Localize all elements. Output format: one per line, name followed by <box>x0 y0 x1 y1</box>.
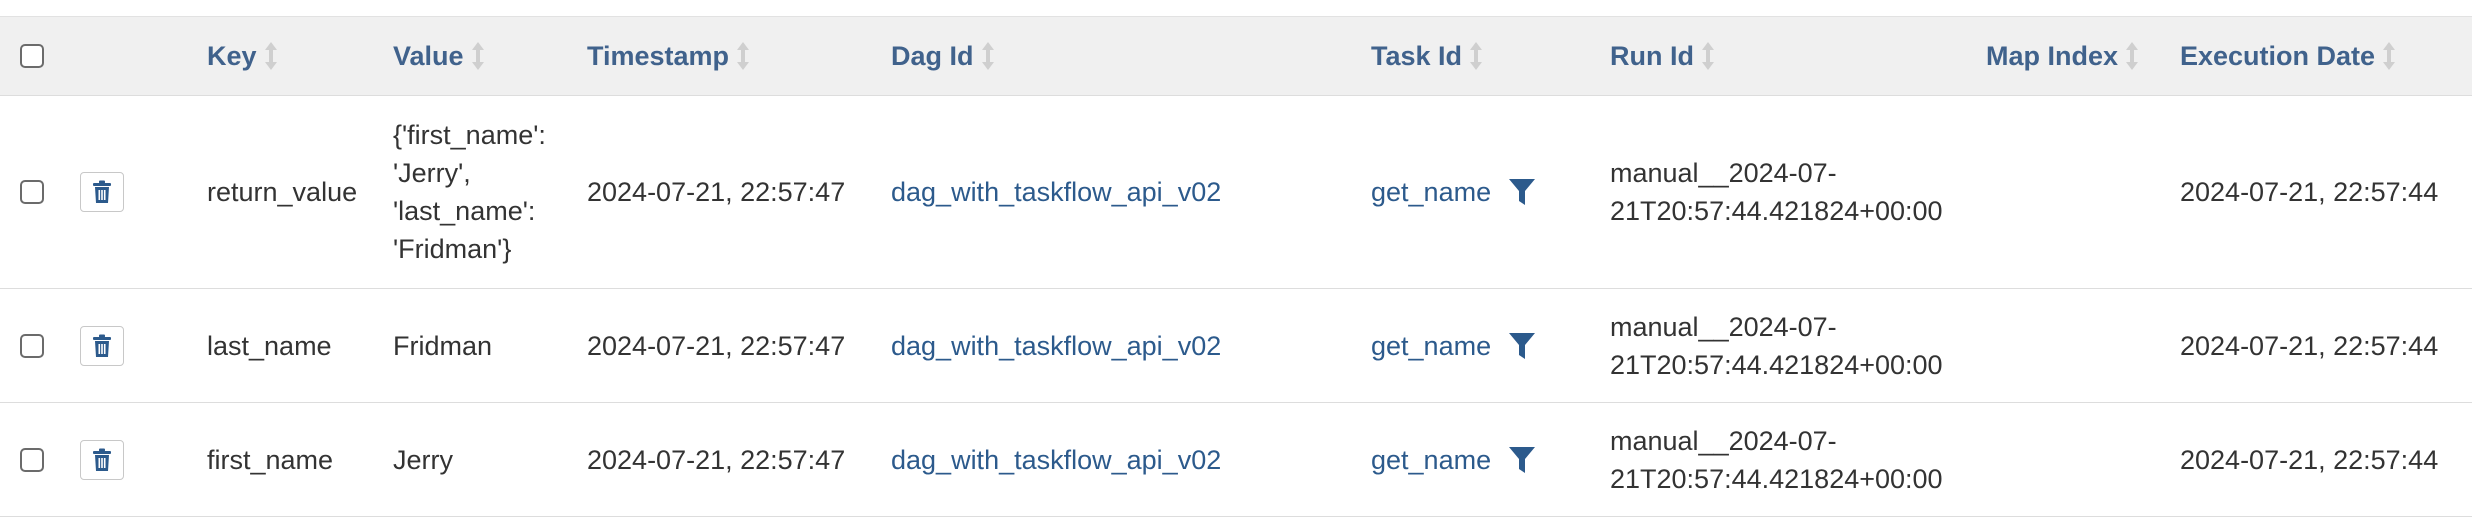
row-select-cell <box>20 96 44 288</box>
select-all-cell <box>20 17 44 95</box>
sort-icon[interactable] <box>471 42 484 70</box>
trash-icon <box>93 180 111 203</box>
column-header-map-index[interactable]: Map Index <box>1986 17 2139 95</box>
value-cell: Jerry <box>393 444 453 475</box>
key-cell: first_name <box>207 444 334 475</box>
execution-date-cell: 2024-07-21, 22:57:44 <box>2180 444 2439 475</box>
task-id-link[interactable]: get_name <box>1371 173 1491 211</box>
filter-icon[interactable] <box>1509 446 1536 474</box>
row-select-cell <box>20 289 44 402</box>
timestamp-cell: 2024-07-21, 22:57:47 <box>587 444 846 475</box>
column-header-value[interactable]: Value <box>393 17 573 95</box>
task-id-link[interactable]: get_name <box>1371 441 1491 479</box>
row-select-cell <box>20 403 44 516</box>
column-header-timestamp[interactable]: Timestamp <box>587 17 750 95</box>
column-header-execution-date-label: Execution Date <box>2180 41 2376 71</box>
delete-button[interactable] <box>80 325 124 366</box>
column-header-execution-date[interactable]: Execution Date <box>2180 17 2396 95</box>
select-all-checkbox[interactable] <box>20 44 44 68</box>
run-id-cell: manual__2024-07-21T20:57:44.421824+00:00 <box>1610 158 1943 226</box>
execution-date-cell: 2024-07-21, 22:57:44 <box>2180 177 2439 207</box>
filter-icon[interactable] <box>1509 332 1536 360</box>
value-cell: Fridman <box>393 330 493 361</box>
dag-id-cell: dag_with_taskflow_api_v02 <box>891 289 1221 402</box>
sort-icon[interactable] <box>737 42 750 70</box>
sort-icon[interactable] <box>2126 42 2139 70</box>
sort-icon[interactable] <box>264 42 277 70</box>
sort-icon[interactable] <box>2383 42 2396 70</box>
column-header-value-label: Value <box>393 41 464 71</box>
column-header-map-index-label: Map Index <box>1986 41 2119 71</box>
column-header-dag-id-label: Dag Id <box>891 41 974 71</box>
xcom-table: Key Value Timestamp Dag Id Task Id Run I… <box>0 16 2472 517</box>
row-actions-cell <box>80 403 124 516</box>
row-checkbox[interactable] <box>20 333 44 358</box>
table-row: first_name Jerry 2024-07-21, 22:57:47 da… <box>0 403 2472 517</box>
timestamp-cell: 2024-07-21, 22:57:47 <box>587 330 846 361</box>
column-header-run-id-label: Run Id <box>1610 41 1694 71</box>
execution-date-cell: 2024-07-21, 22:57:44 <box>2180 330 2439 361</box>
key-cell: return_value <box>207 177 358 207</box>
row-checkbox[interactable] <box>20 447 44 472</box>
run-id-cell: manual__2024-07-21T20:57:44.421824+00:00 <box>1610 311 1943 380</box>
task-id-cell: get_name <box>1371 403 1536 516</box>
column-header-dag-id[interactable]: Dag Id <box>891 17 994 95</box>
row-checkbox[interactable] <box>20 180 44 204</box>
value-cell: {'first_name': 'Jerry', 'last_name': 'Fr… <box>393 120 546 264</box>
column-header-key-label: Key <box>207 41 257 71</box>
row-actions-cell <box>80 96 124 288</box>
column-header-task-id-label: Task Id <box>1371 41 1463 71</box>
table-row: return_value {'first_name': 'Jerry', 'la… <box>0 96 2472 289</box>
trash-icon <box>93 448 111 471</box>
sort-icon[interactable] <box>1470 42 1483 70</box>
trash-icon <box>93 334 111 357</box>
delete-button[interactable] <box>80 172 124 212</box>
column-header-task-id[interactable]: Task Id <box>1371 17 1483 95</box>
dag-id-link[interactable]: dag_with_taskflow_api_v02 <box>891 327 1221 365</box>
task-id-cell: get_name <box>1371 289 1536 402</box>
run-id-cell: manual__2024-07-21T20:57:44.421824+00:00 <box>1610 425 1943 494</box>
timestamp-cell: 2024-07-21, 22:57:47 <box>587 177 846 207</box>
column-header-run-id[interactable]: Run Id <box>1610 17 1970 95</box>
dag-id-cell: dag_with_taskflow_api_v02 <box>891 403 1221 516</box>
key-cell: last_name <box>207 330 332 361</box>
sort-icon[interactable] <box>1701 42 1714 70</box>
column-header-timestamp-label: Timestamp <box>587 41 730 71</box>
column-header-key[interactable]: Key <box>207 17 277 95</box>
delete-button[interactable] <box>80 439 124 480</box>
table-row: last_name Fridman 2024-07-21, 22:57:47 d… <box>0 289 2472 403</box>
dag-id-cell: dag_with_taskflow_api_v02 <box>891 96 1221 288</box>
row-actions-cell <box>80 289 124 402</box>
task-id-link[interactable]: get_name <box>1371 327 1491 365</box>
table-header: Key Value Timestamp Dag Id Task Id Run I… <box>0 16 2472 96</box>
task-id-cell: get_name <box>1371 96 1536 288</box>
filter-icon[interactable] <box>1509 178 1536 206</box>
sort-icon[interactable] <box>981 42 994 70</box>
dag-id-link[interactable]: dag_with_taskflow_api_v02 <box>891 441 1221 479</box>
dag-id-link[interactable]: dag_with_taskflow_api_v02 <box>891 173 1221 211</box>
